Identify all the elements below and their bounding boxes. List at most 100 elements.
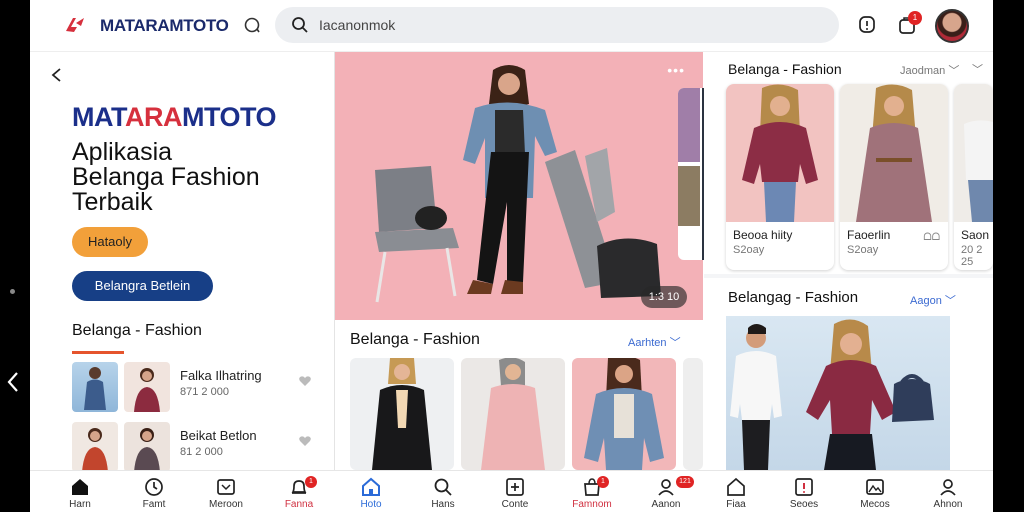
- nav-label: Famt: [142, 499, 166, 510]
- product-card[interactable]: Saon 20 2 25: [954, 84, 993, 270]
- heart-icon[interactable]: [298, 374, 312, 388]
- notification-badge: 121: [676, 476, 694, 488]
- alert-icon[interactable]: [856, 14, 878, 36]
- heart-icon[interactable]: [298, 434, 312, 448]
- home-icon: [362, 477, 380, 496]
- user-icon: [658, 479, 674, 496]
- nav-label: Aanon: [651, 499, 681, 510]
- hero-brand: MATARAMTOTO: [72, 102, 277, 133]
- center-section: Belanga - Fashion Aarhten ﹀: [335, 320, 703, 470]
- section-title: Belanga - Fashion: [350, 331, 480, 348]
- product-photo: [481, 358, 545, 470]
- right-top-section: Belanga - Fashion Jaodman ﹀ ﹀ Beooa hiit…: [704, 52, 993, 274]
- item-name: Beikat Betlon: [180, 428, 257, 443]
- logo-icon: [66, 18, 84, 32]
- product-thumbnail: [72, 362, 118, 412]
- nav-label: Ahnon: [933, 499, 963, 510]
- product-photo: [584, 358, 664, 470]
- nav-item-famt[interactable]: Famt: [124, 471, 184, 512]
- nav-item-seoes[interactable]: Seoes: [774, 471, 834, 512]
- item-name: Falka Ilhatring: [180, 368, 262, 383]
- product-price: S2oay: [847, 244, 879, 256]
- hero-banner[interactable]: ••• 1:3 10: [335, 52, 703, 320]
- hero-brand-text: MATARAMTOTO: [72, 102, 277, 132]
- product-photo: [372, 358, 432, 470]
- shop-button[interactable]: Belangra Betlein: [72, 271, 213, 301]
- nav-label: Fiaa: [726, 499, 746, 510]
- product-photo: [840, 84, 948, 222]
- chevron-left-icon[interactable]: [4, 370, 22, 394]
- product-name: Saon: [961, 228, 990, 242]
- search-bar[interactable]: Iacanonmok: [275, 7, 839, 43]
- section-underline: [72, 351, 124, 354]
- sort-dropdown[interactable]: Jaodman ﹀: [900, 62, 959, 78]
- info-icon: [795, 478, 813, 496]
- nav-item-ahnon[interactable]: Ahnon: [918, 471, 978, 512]
- nav-item-fanna[interactable]: 1 Fanna: [269, 471, 329, 512]
- home-icon: [727, 477, 745, 496]
- clock-icon: [145, 478, 163, 496]
- cart-badge: 1: [908, 11, 922, 25]
- back-arrow-icon[interactable]: [48, 66, 66, 84]
- hero-title-line: Terbaik: [72, 188, 153, 216]
- plus-icon: [506, 478, 524, 496]
- item-price: 81 2 000: [180, 446, 223, 458]
- nav-label: Mecos: [860, 499, 890, 510]
- bottom-navigation: Harn Famt Meroon 1 Fanna Hoto Hans Conte: [30, 470, 993, 512]
- sort-dropdown[interactable]: Aarhten ﹀: [628, 334, 681, 350]
- app-screen: MATARAMTOTO Iacanonmok 1 MATARAMTOTO Apl…: [30, 0, 993, 512]
- list-item[interactable]: Falka Ilhatring 871 2 000: [72, 362, 322, 414]
- featured-photo[interactable]: [726, 316, 950, 470]
- right-bottom-section: Belangag - Fashion Aagon ﹀: [704, 278, 993, 470]
- nav-label: Hoto: [360, 499, 382, 510]
- message-icon: [217, 479, 235, 495]
- nav-label: Meroon: [209, 499, 243, 510]
- item-price: 871 2 000: [180, 386, 229, 398]
- search-icon: [434, 478, 452, 496]
- product-name: Beooa hiity: [733, 228, 793, 242]
- nav-item-hans[interactable]: Hans: [413, 471, 473, 512]
- product-card[interactable]: [461, 358, 565, 470]
- product-thumbnail: [124, 422, 170, 472]
- nav-item-famnom[interactable]: 1 Famnom: [562, 471, 622, 512]
- right-panel: Belanga - Fashion Jaodman ﹀ ﹀ Beooa hiit…: [704, 52, 993, 470]
- product-card[interactable]: [572, 358, 676, 470]
- video-duration: 1:3 10: [641, 286, 687, 308]
- brand-name: MATARAMTOTO: [100, 16, 229, 35]
- hero-photo: [375, 65, 661, 303]
- product-card[interactable]: Beooa hiity S2oay: [726, 84, 834, 270]
- refresh-icon[interactable]: [242, 15, 262, 35]
- nav-item-mecos[interactable]: Mecos: [845, 471, 905, 512]
- nav-item-meroon[interactable]: Meroon: [196, 471, 256, 512]
- sort-dropdown[interactable]: Aagon ﹀: [910, 292, 956, 308]
- nav-item-aanon[interactable]: 121 Aanon: [636, 471, 696, 512]
- product-price: 20 2 25: [961, 244, 983, 268]
- hero-title-line: Belanga Fashion: [72, 163, 260, 191]
- hero-title-line: Aplikasia: [72, 138, 173, 166]
- search-icon: [292, 17, 308, 33]
- product-photo: [726, 84, 834, 222]
- nav-item-harn[interactable]: Harn: [50, 471, 110, 512]
- product-card[interactable]: Faoerlin S2oay ᗝᗝ: [840, 84, 948, 270]
- left-panel: MATARAMTOTO Aplikasia Belanga Fashion Te…: [30, 52, 334, 472]
- nav-label: Conte: [501, 499, 529, 510]
- list-item[interactable]: Beikat Betlon 81 2 000: [72, 422, 322, 474]
- more-options-icon[interactable]: •••: [667, 62, 685, 78]
- product-thumbnail: [124, 362, 170, 412]
- nav-item-fiaa[interactable]: Fiaa: [706, 471, 766, 512]
- product-card[interactable]: [683, 358, 703, 470]
- compare-icon[interactable]: ᗝᗝ: [923, 232, 940, 243]
- user-avatar[interactable]: [935, 9, 969, 43]
- nav-item-hoto[interactable]: Hoto: [341, 471, 401, 512]
- primary-button[interactable]: Hataoly: [72, 227, 148, 257]
- top-bar: MATARAMTOTO Iacanonmok 1: [30, 0, 993, 52]
- nav-label: Hans: [431, 499, 455, 510]
- nav-label: Seoes: [789, 499, 819, 510]
- product-card[interactable]: [350, 358, 454, 470]
- nav-item-conte[interactable]: Conte: [485, 471, 545, 512]
- search-input[interactable]: Iacanonmok: [319, 17, 395, 33]
- section-title: Belanga - Fashion: [728, 61, 842, 77]
- chevron-down-icon[interactable]: ﹀: [972, 61, 983, 77]
- product-price: S2oay: [733, 244, 765, 256]
- chevron-down-icon: ﹀: [948, 65, 960, 77]
